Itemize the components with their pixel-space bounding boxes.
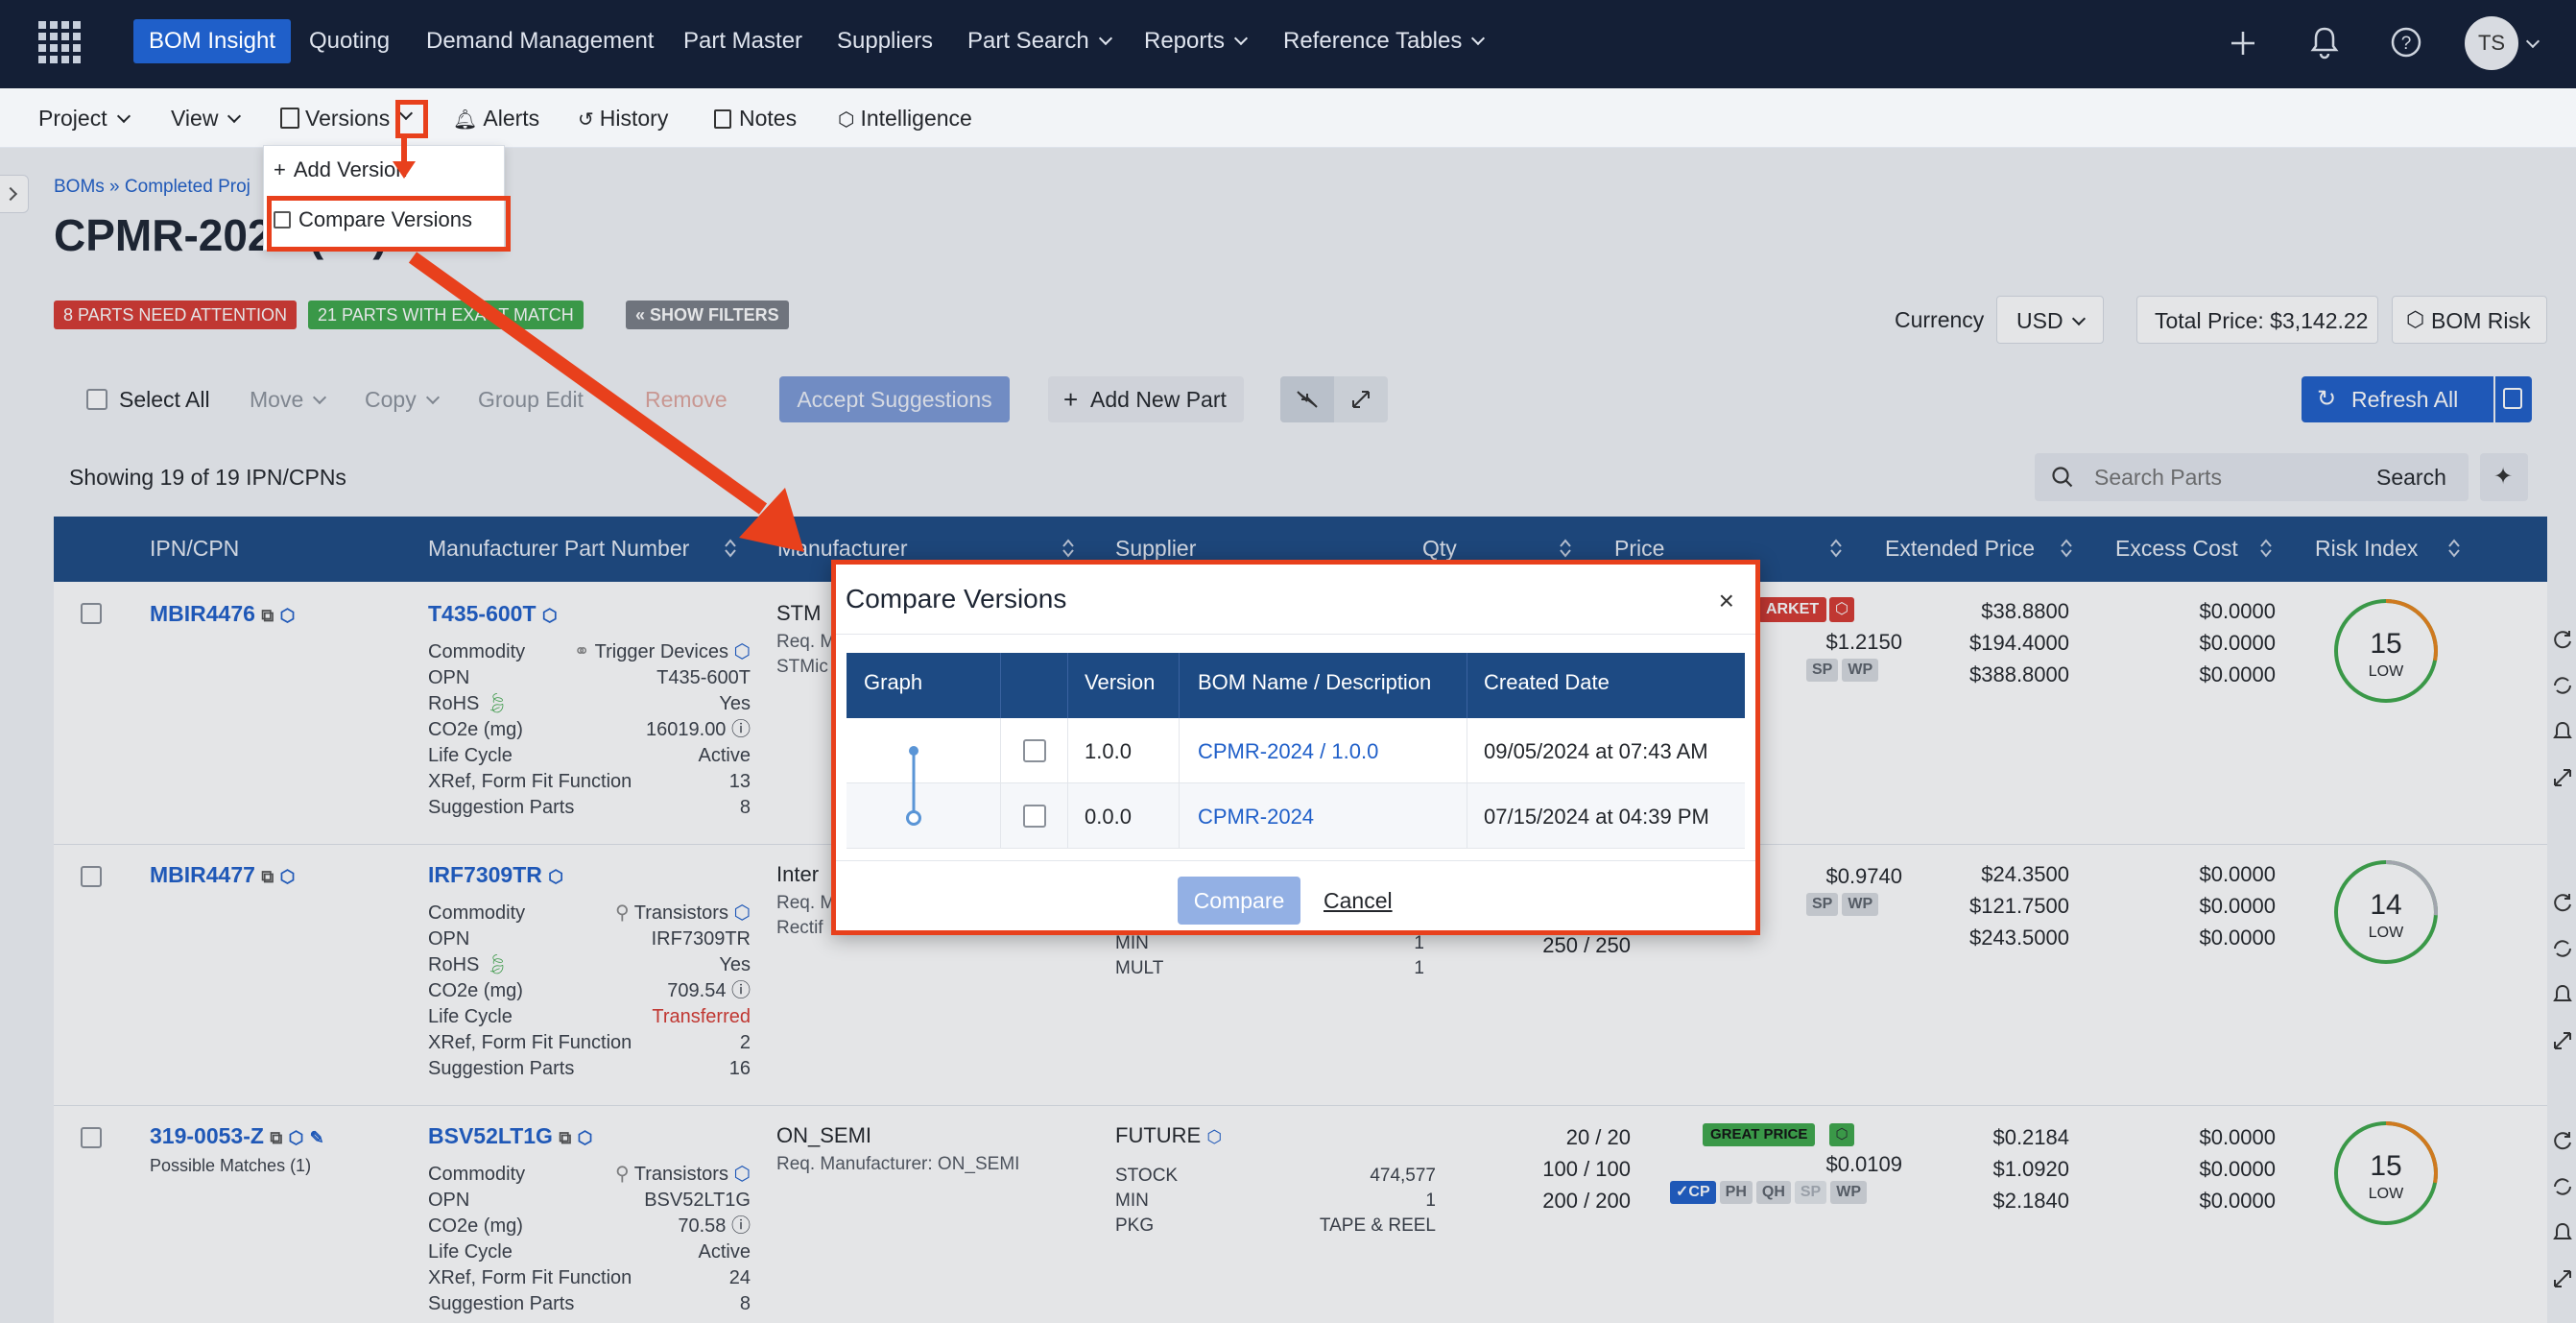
annotation-arrowhead: [393, 161, 416, 179]
modal-col-graph: Graph: [864, 670, 923, 694]
compare-versions-modal: Compare Versions × Graph Version BOM Nam…: [831, 560, 1760, 935]
col-divider: [1179, 653, 1180, 718]
version-checkbox[interactable]: [1023, 805, 1046, 828]
col-divider: [1179, 718, 1180, 849]
version-row: 1.0.0 CPMR-2024 / 1.0.0 09/05/2024 at 07…: [847, 718, 1745, 783]
modal-title: Compare Versions: [846, 584, 1067, 613]
version-checkbox[interactable]: [1023, 739, 1046, 762]
compare-button[interactable]: Compare: [1178, 877, 1300, 925]
graph-node-hollow: [906, 810, 921, 826]
version-number: 0.0.0: [1085, 805, 1132, 829]
modal-col-date: Created Date: [1484, 670, 1610, 694]
graph-node-filled: [909, 746, 918, 756]
version-number: 1.0.0: [1085, 739, 1132, 763]
modal-col-name: BOM Name / Description: [1198, 670, 1432, 694]
annotation-arrow-line: [408, 252, 768, 515]
version-row: 0.0.0 CPMR-2024 07/15/2024 at 04:39 PM: [847, 783, 1745, 849]
version-graph: [906, 746, 921, 826]
col-divider: [1000, 718, 1001, 849]
col-divider: [1067, 718, 1068, 849]
close-icon[interactable]: ×: [1719, 586, 1734, 616]
created-date: 07/15/2024 at 04:39 PM: [1484, 805, 1709, 829]
modal-table-header: Graph Version BOM Name / Description Cre…: [847, 653, 1745, 718]
modal-footer-divider: [836, 860, 1755, 861]
col-divider: [1000, 653, 1001, 718]
cancel-link[interactable]: Cancel: [1324, 888, 1393, 914]
modal-col-version: Version: [1085, 670, 1156, 694]
created-date: 09/05/2024 at 07:43 AM: [1484, 739, 1708, 763]
col-divider: [1067, 653, 1068, 718]
bom-name-link[interactable]: CPMR-2024 / 1.0.0: [1198, 739, 1378, 764]
bom-name-link[interactable]: CPMR-2024: [1198, 805, 1314, 830]
modal-divider: [836, 634, 1755, 635]
